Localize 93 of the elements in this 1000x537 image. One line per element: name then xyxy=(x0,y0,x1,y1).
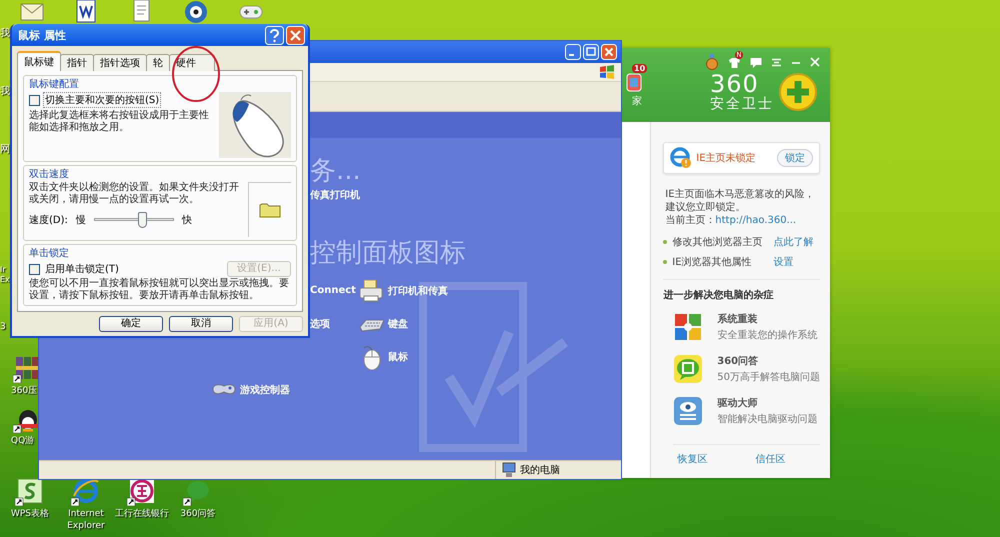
fast-label: 快 xyxy=(182,214,192,227)
dialog-button[interactable]: 取消 xyxy=(169,316,233,332)
computer-icon xyxy=(502,462,516,478)
icon-label[interactable]: 360压 xyxy=(11,385,38,397)
bullet-dot xyxy=(663,240,668,244)
logo-subtitle: 安全卫士 xyxy=(710,96,774,112)
control-panel-item[interactable]: 游戏控制器 xyxy=(240,382,290,396)
control-panel-item[interactable]: 键盘 xyxy=(388,316,408,330)
homepage-label: 当前主页： xyxy=(665,214,716,227)
spreadsheet-icon xyxy=(15,476,45,506)
icon-label: 我 xyxy=(0,86,10,97)
icon-label[interactable]: QQ游 xyxy=(11,435,34,447)
alert-title: IE主页未锁定 xyxy=(696,152,757,165)
description-text: 使您可以不用一直按着鼠标按钮就可以突出显示或拖拽。要设置，请按下鼠标按钮。要放开请再单击鼠标按钮。 xyxy=(29,278,290,302)
highlight-ellipse xyxy=(170,45,222,103)
mouse-picture-icon xyxy=(219,92,291,158)
group-title: 单击锁定 xyxy=(29,246,70,260)
control-panel-item[interactable]: 鼠标 xyxy=(388,350,408,364)
logo-text: 360 xyxy=(710,72,759,96)
window-title: 鼠标 属性 xyxy=(18,28,66,42)
tab[interactable]: 鼠标键 xyxy=(17,51,61,71)
tool-description: 智能解决电脑驱动问题 xyxy=(717,412,818,426)
tab[interactable]: 指针选项 xyxy=(93,54,147,71)
tool-link[interactable]: 驱动大师 xyxy=(717,396,818,410)
option-text: IE浏览器其他属性 xyxy=(672,256,753,269)
plus-logo-icon xyxy=(778,72,818,112)
slider-thumb[interactable] xyxy=(138,212,147,228)
checkbox-label[interactable]: 切换主要和次要的按钮(S) xyxy=(43,92,162,108)
speed-label: 速度(D): xyxy=(29,214,68,227)
checkbox[interactable] xyxy=(29,264,40,274)
tool-link[interactable]: 系统重装 xyxy=(717,312,818,326)
test-area[interactable] xyxy=(248,182,291,237)
icon-label[interactable]: WPS表格 xyxy=(3,508,57,520)
dialog-button[interactable]: 确定 xyxy=(99,316,163,332)
description-text: 双击文件夹以检测您的设置。如果文件夹没打开或关闭，请用慢一点的设置再试一次。 xyxy=(29,182,240,206)
control-panel-item[interactable]: 打印机和传真 xyxy=(388,284,448,298)
option-link[interactable]: 设置 xyxy=(773,255,794,269)
footer-link[interactable]: 信任区 xyxy=(755,452,786,466)
checkbox-label[interactable]: 启用单击锁定(T) xyxy=(43,261,121,277)
tool-link[interactable]: 360问答 xyxy=(717,354,820,368)
icon-label: Ex xyxy=(0,274,10,285)
section-heading: 务... xyxy=(310,156,362,186)
footer-link[interactable]: 恢复区 xyxy=(677,452,708,466)
slow-label: 慢 xyxy=(76,214,86,227)
tool-description: 50万高手解答电脑问题 xyxy=(717,370,820,384)
close-icon[interactable] xyxy=(601,44,617,60)
slider[interactable] xyxy=(94,212,174,228)
control-panel-item[interactable]: Connect xyxy=(310,285,356,296)
icon-label[interactable]: 360问答 xyxy=(171,508,225,520)
medal-icon[interactable] xyxy=(705,54,719,70)
driver-box-icon[interactable] xyxy=(673,396,704,426)
icon-label: 3 xyxy=(0,322,6,333)
disc-icon xyxy=(182,0,210,24)
status-text: 我的电脑 xyxy=(520,464,560,477)
task-link[interactable]: 传真打印机 xyxy=(310,188,621,202)
option-text: 修改其他浏览器主页 xyxy=(672,236,764,249)
close-icon[interactable] xyxy=(286,26,305,44)
printer-icon[interactable] xyxy=(358,278,384,304)
windows-tiles-icon[interactable] xyxy=(673,312,704,342)
icon-label[interactable]: 工行在线银行 xyxy=(115,508,169,520)
checkbox[interactable] xyxy=(29,94,40,106)
group-title: 双击速度 xyxy=(29,168,70,181)
section-heading: 控制面板图标 xyxy=(310,238,467,268)
control-panel-item[interactable]: 选项 xyxy=(310,316,330,330)
maximize-icon[interactable] xyxy=(583,44,599,60)
icon-label: Ir xyxy=(0,264,6,275)
browser-warning-icon xyxy=(670,147,692,169)
option-link[interactable]: 点此了解 xyxy=(773,235,814,249)
warning-text: IE主页面临木马恶意篡改的风险，建议您立即锁定。 xyxy=(665,188,816,214)
icon-label: 网 xyxy=(0,144,10,155)
bullet-dot xyxy=(663,260,668,264)
section-title: 进一步解决您电脑的杂症 xyxy=(663,288,774,302)
group-title: 鼠标键配置 xyxy=(29,78,80,91)
message-icon[interactable] xyxy=(750,56,762,68)
windows-flag-icon xyxy=(599,65,615,79)
tab[interactable]: 轮 xyxy=(146,54,170,71)
tab[interactable]: 硬件 xyxy=(169,54,215,71)
help-icon[interactable] xyxy=(265,26,284,44)
description-text: 选择此复选框来将右按钮设成用于主要性能如选择和拖放之用。 xyxy=(29,110,210,134)
icon-label[interactable]: Internet Explorer xyxy=(59,508,113,532)
lock-button[interactable]: 锁定 xyxy=(777,149,813,167)
minimize-icon[interactable] xyxy=(565,44,581,60)
tab-label[interactable]: 家 xyxy=(632,94,642,108)
count-badge: 10 xyxy=(632,64,648,73)
folder-icon xyxy=(259,202,281,218)
shirt-icon[interactable] xyxy=(728,56,741,68)
icon-label: 我 xyxy=(0,28,10,39)
question-bubble-icon[interactable] xyxy=(673,354,704,384)
close-icon[interactable] xyxy=(810,57,820,67)
tool-description: 安全重装您的操作系统 xyxy=(717,328,818,342)
tab[interactable]: 指针 xyxy=(60,54,94,71)
menu-icon[interactable] xyxy=(771,58,782,66)
homepage-link[interactable]: http://hao.360... xyxy=(715,214,796,227)
